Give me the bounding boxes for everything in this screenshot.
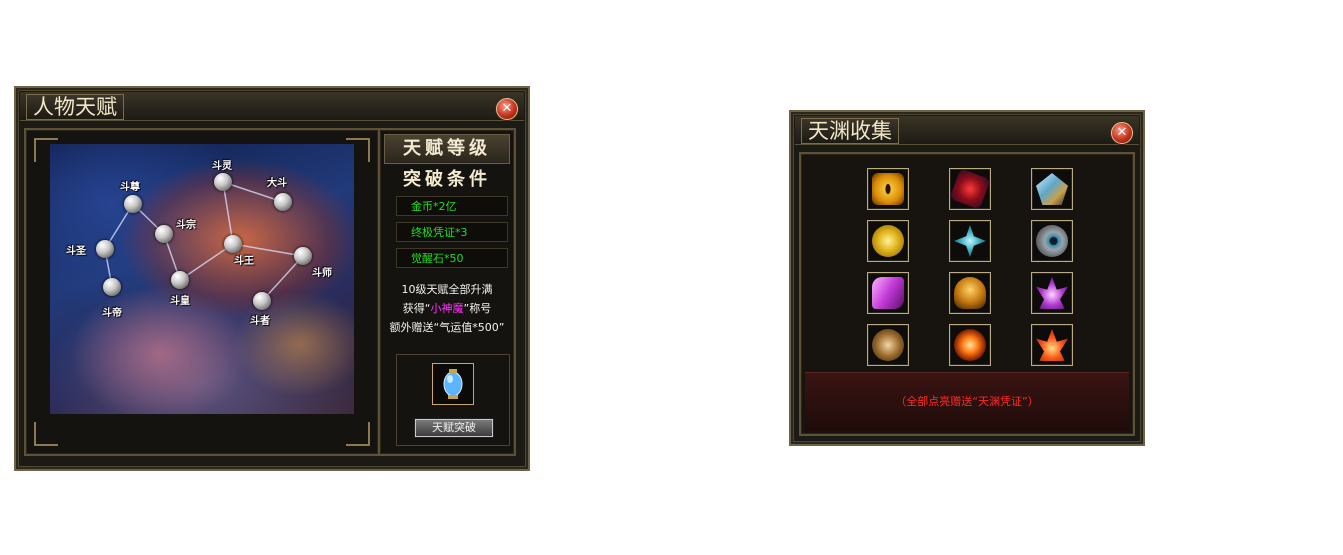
fire-orb-icon [954, 329, 986, 361]
abyss-slot-4[interactable] [867, 220, 909, 262]
phoenix-starmap: 斗尊 斗圣 斗宗 斗灵 大斗 斗王 斗师 斗皇 斗帝 斗者 [50, 144, 354, 414]
abyss-slot-5[interactable] [949, 220, 991, 262]
node-dousheng[interactable] [96, 240, 114, 258]
talent-window: 人物天赋 ✕ 斗尊 斗圣 斗宗 斗灵 大斗 斗王 斗师 斗皇 斗帝 斗者 天赋等… [14, 86, 530, 471]
red-lotus-icon [1036, 329, 1068, 361]
desc-line-2-prefix: 获得“ [402, 302, 431, 315]
label-doudi: 斗帝 [102, 308, 122, 319]
ice-shard-icon [1036, 173, 1068, 205]
label-douling: 斗灵 [212, 161, 232, 172]
frame-corner-bl [34, 422, 58, 446]
abyss-slot-3[interactable] [1031, 168, 1073, 210]
node-douzong[interactable] [155, 225, 173, 243]
label-dadou: 大斗 [267, 178, 287, 189]
abyss-collection-window: 天渊收集 ✕ （全部点亮赠送“天渊凭证”） [789, 110, 1145, 446]
node-douling[interactable] [214, 173, 232, 191]
abyss-item-grid: （全部点亮赠送“天渊凭证”） [799, 152, 1135, 436]
abyss-slot-9[interactable] [1031, 272, 1073, 314]
talent-titlebar[interactable]: 人物天赋 ✕ [20, 92, 524, 121]
requirement-voucher: 终极凭证*3 [396, 222, 508, 242]
node-doushi[interactable] [294, 247, 312, 265]
node-doudi[interactable] [103, 278, 121, 296]
gold-medallion-icon [872, 225, 904, 257]
bronze-claw-icon [872, 329, 904, 361]
frame-corner-br [346, 422, 370, 446]
talent-window-title: 人物天赋 [26, 94, 124, 120]
abyss-slot-1[interactable] [867, 168, 909, 210]
stone-orb-icon [1036, 225, 1068, 257]
abyss-slot-10[interactable] [867, 324, 909, 366]
abyss-window-title: 天渊收集 [801, 118, 899, 144]
breakthrough-item-slot: 天赋突破 [396, 354, 510, 446]
node-dadou[interactable] [274, 193, 292, 211]
label-douzun: 斗尊 [120, 182, 140, 193]
purple-lotus-icon [1036, 277, 1068, 309]
desc-line-3: 额外赠送“气运值*500” [389, 321, 505, 334]
teal-star-icon [954, 225, 986, 257]
desc-line-2-suffix: ”称号 [463, 302, 492, 315]
talent-close-button[interactable]: ✕ [496, 98, 518, 120]
purple-glove-icon [872, 277, 904, 309]
constellation-lines [104, 181, 304, 302]
talent-level-header: 天赋等级 [384, 134, 510, 164]
golden-eye-icon [872, 173, 904, 205]
desc-line-2: 获得“小神魔”称号 [384, 299, 510, 318]
abyss-slot-6[interactable] [1031, 220, 1073, 262]
breakthrough-panel: 天赋等级 突破条件 金币*2亿 终极凭证*3 觉醒石*50 10级天赋全部升满 … [378, 128, 516, 456]
node-douwang[interactable] [224, 235, 242, 253]
label-douhuang: 斗皇 [170, 296, 190, 307]
reward-description: 10级天赋全部升满 获得“小神魔”称号 额外赠送“气运值*500” [384, 280, 510, 337]
node-douhuang[interactable] [171, 271, 189, 289]
node-douzhe[interactable] [253, 292, 271, 310]
item-frame[interactable] [432, 363, 474, 405]
abyss-slot-7[interactable] [867, 272, 909, 314]
reward-note-bar: （全部点亮赠送“天渊凭证”） [805, 372, 1129, 431]
label-douwang: 斗王 [234, 256, 254, 267]
label-doushi: 斗师 [312, 268, 332, 279]
label-douzhe: 斗者 [250, 316, 270, 327]
label-dousheng: 斗圣 [66, 246, 86, 257]
requirement-gold: 金币*2亿 [396, 196, 508, 216]
abyss-slot-8[interactable] [949, 272, 991, 314]
blue-crystal-potion-icon [443, 369, 463, 399]
abyss-titlebar[interactable]: 天渊收集 ✕ [795, 116, 1139, 145]
golden-helmet-icon [954, 277, 986, 309]
red-crystal-icon [949, 168, 991, 210]
label-douzong: 斗宗 [176, 220, 196, 231]
reward-note: （全部点亮赠送“天渊凭证”） [895, 395, 1039, 408]
abyss-slot-11[interactable] [949, 324, 991, 366]
desc-line-1: 10级天赋全部升满 [401, 283, 493, 296]
abyss-slot-2[interactable] [949, 168, 991, 210]
constellation-panel: 斗尊 斗圣 斗宗 斗灵 大斗 斗王 斗师 斗皇 斗帝 斗者 [24, 128, 380, 456]
talent-breakthrough-button[interactable]: 天赋突破 [415, 419, 493, 437]
title-reward-name: 小神魔 [430, 302, 464, 315]
requirement-awaken-stone: 觉醒石*50 [396, 248, 508, 268]
abyss-slot-12[interactable] [1031, 324, 1073, 366]
node-douzun[interactable] [124, 195, 142, 213]
abyss-close-button[interactable]: ✕ [1111, 122, 1133, 144]
break-condition-header: 突破条件 [403, 169, 491, 190]
